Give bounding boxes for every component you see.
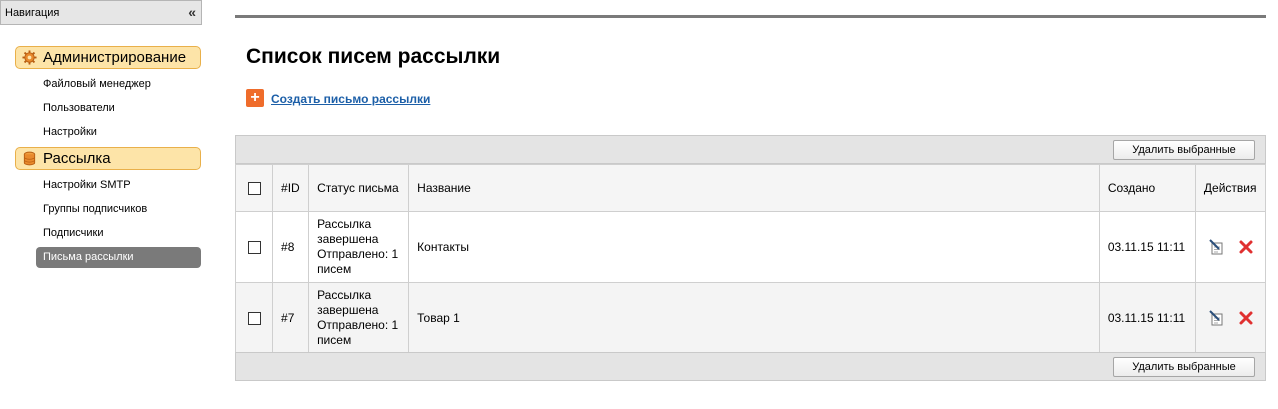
row-actions — [1194, 282, 1267, 354]
row-checkbox[interactable] — [247, 241, 261, 255]
nav-header: Навигация « — [0, 0, 202, 25]
sidebar-item-users[interactable]: Пользователи — [43, 102, 115, 114]
toolbar-top: Удалить выбранные — [235, 135, 1266, 164]
nav-header-label: Навигация — [5, 7, 60, 19]
row-status: Рассылка завершена Отправлено: 1 писем — [308, 282, 410, 354]
status-line: завершена — [317, 232, 379, 246]
letters-table: #ID Статус письма Название Создано Дейст… — [234, 164, 1267, 354]
table-row: #8 Рассылка завершена Отправлено: 1 писе… — [234, 211, 1267, 283]
sidebar-item-mailing-letters[interactable]: Письма рассылки — [36, 247, 201, 268]
sidebar-section-admin[interactable]: Администрирование — [15, 46, 201, 69]
sidebar-section-label: Администрирование — [43, 49, 187, 66]
collapse-icon[interactable]: « — [188, 0, 196, 24]
status-line: писем — [317, 333, 352, 347]
delete-selected-button[interactable]: Удалить выбранные — [1113, 140, 1255, 160]
row-select-cell — [234, 211, 274, 283]
delete-icon[interactable] — [1238, 239, 1254, 255]
sidebar-item-settings[interactable]: Настройки — [43, 126, 97, 138]
column-header-actions: Действия — [1194, 164, 1267, 212]
create-letter-link[interactable]: Создать письмо рассылки — [271, 92, 430, 106]
column-header-id[interactable]: #ID — [272, 164, 310, 212]
status-line: Отправлено: 1 — [317, 247, 399, 261]
status-line: завершена — [317, 303, 379, 317]
column-header-name[interactable]: Название — [408, 164, 1100, 212]
edit-icon[interactable] — [1209, 239, 1225, 255]
row-created: 03.11.15 11:11 — [1098, 282, 1196, 354]
toolbar-bottom: Удалить выбранные — [235, 352, 1266, 381]
database-icon — [23, 151, 36, 166]
main-panel: Список писем рассылки + Создать письмо р… — [234, 15, 1267, 381]
sidebar-item-subscriber-groups[interactable]: Группы подписчиков — [43, 203, 147, 215]
row-id: #8 — [272, 211, 310, 283]
row-created: 03.11.15 11:11 — [1098, 211, 1196, 283]
sidebar-section-label: Рассылка — [43, 150, 111, 167]
select-all-checkbox[interactable] — [247, 182, 261, 196]
select-all-cell — [234, 164, 274, 212]
status-line: Рассылка — [317, 288, 372, 302]
sidebar-item-file-manager[interactable]: Файловый менеджер — [43, 78, 151, 90]
delete-selected-button[interactable]: Удалить выбранные — [1113, 357, 1255, 377]
row-name: Товар 1 — [408, 282, 1100, 354]
status-line: писем — [317, 262, 352, 276]
row-status: Рассылка завершена Отправлено: 1 писем — [308, 211, 410, 283]
sidebar-item-smtp-settings[interactable]: Настройки SMTP — [43, 179, 131, 191]
column-header-status[interactable]: Статус письма — [308, 164, 410, 212]
status-line: Отправлено: 1 — [317, 318, 399, 332]
sidebar-item-subscribers[interactable]: Подписчики — [43, 227, 104, 239]
sidebar-section-mailing[interactable]: Рассылка — [15, 147, 201, 170]
row-id: #7 — [272, 282, 310, 354]
delete-icon[interactable] — [1238, 310, 1254, 326]
row-checkbox[interactable] — [247, 312, 261, 326]
gear-icon — [22, 50, 37, 65]
plus-icon[interactable]: + — [246, 89, 264, 107]
edit-icon[interactable] — [1209, 310, 1225, 326]
sidebar: Навигация « Администрирование Файловый м… — [0, 0, 215, 409]
row-select-cell — [234, 282, 274, 354]
table-header-row: #ID Статус письма Название Создано Дейст… — [234, 164, 1267, 212]
column-header-created[interactable]: Создано — [1098, 164, 1196, 212]
row-actions — [1194, 211, 1267, 283]
status-line: Рассылка — [317, 217, 372, 231]
page-title: Список писем рассылки — [246, 45, 501, 68]
row-name: Контакты — [408, 211, 1100, 283]
table-row: #7 Рассылка завершена Отправлено: 1 писе… — [234, 282, 1267, 354]
